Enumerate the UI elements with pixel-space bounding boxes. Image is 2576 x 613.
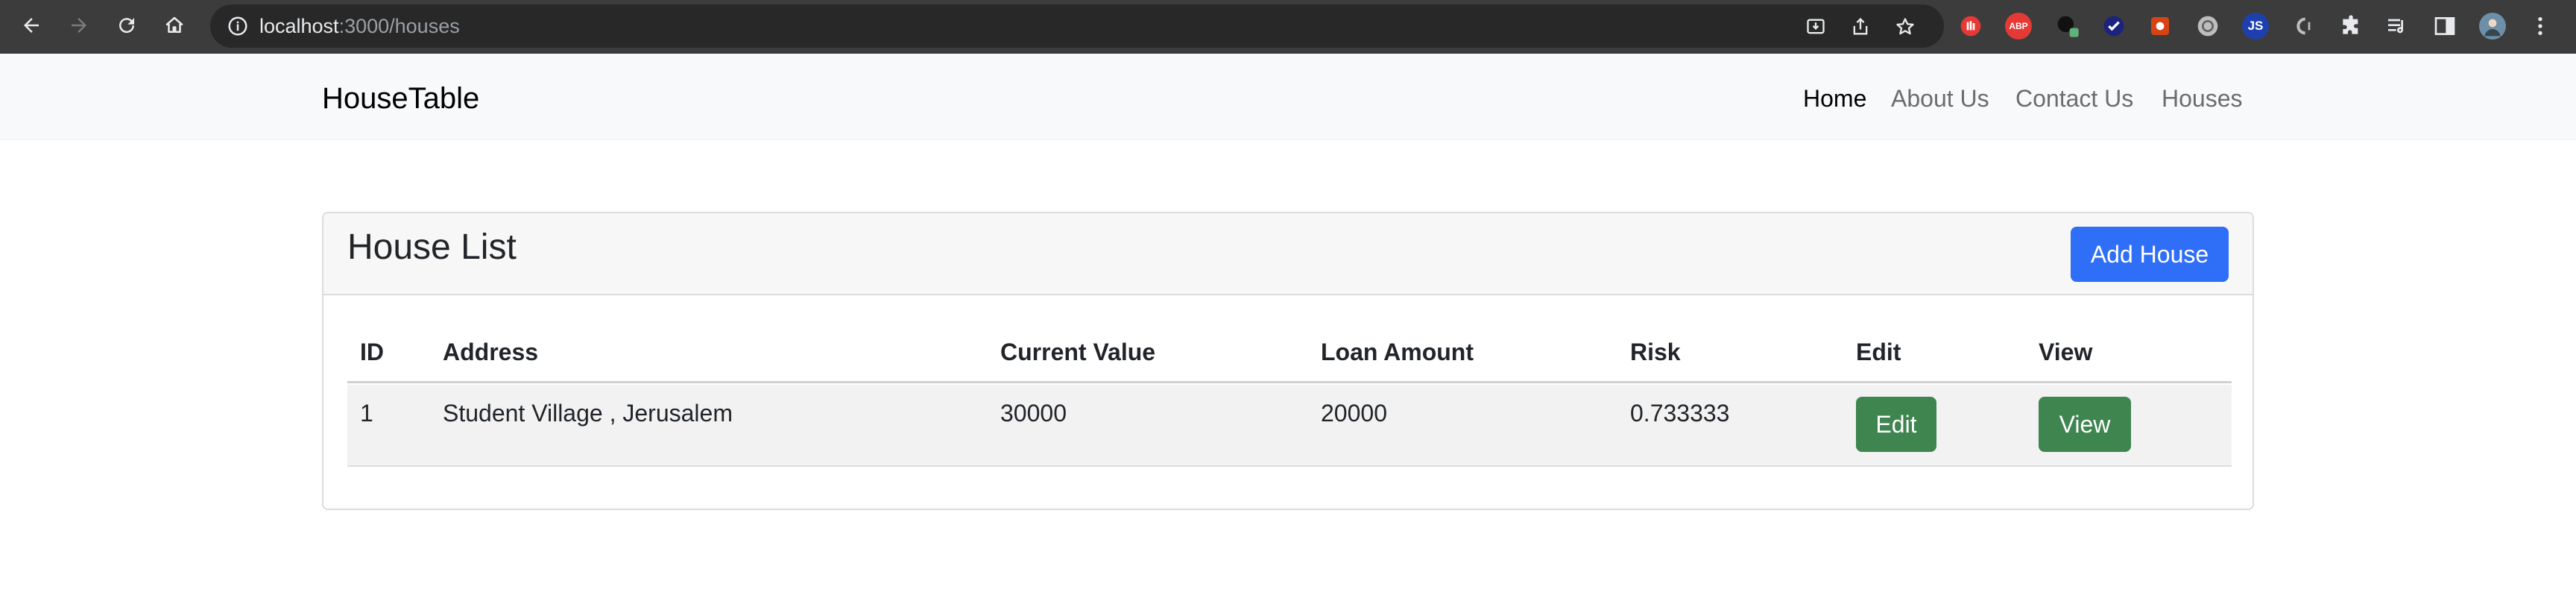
forward-icon[interactable] xyxy=(63,9,95,42)
abp-label: ABP xyxy=(2009,21,2028,31)
nav-link-houses[interactable]: Houses xyxy=(2162,84,2243,113)
table-header: ID Address Current Value Loan Amount Ris… xyxy=(347,318,2232,383)
puzzle-extension-icon[interactable] xyxy=(2054,13,2081,40)
house-list-card: House List Add House ID Address Current … xyxy=(322,212,2254,510)
column-header-edit: Edit xyxy=(1856,339,1901,365)
kebab-menu-icon[interactable] xyxy=(2527,13,2554,40)
view-button[interactable]: View xyxy=(2039,397,2131,452)
cell-current-value: 30000 xyxy=(1000,400,1067,427)
js-extension-icon[interactable]: JS xyxy=(2242,13,2269,40)
edit-button[interactable]: Edit xyxy=(1856,397,1936,452)
column-header-view: View xyxy=(2039,339,2093,365)
globe-extension-icon[interactable] xyxy=(2194,13,2221,40)
code-extension-icon[interactable] xyxy=(2290,13,2317,40)
column-header-current-value: Current Value xyxy=(1000,339,1156,365)
browser-toolbar: localhost:3000/houses ABP JS xyxy=(0,0,2576,54)
card-header: House List Add House xyxy=(323,213,2253,295)
install-icon[interactable] xyxy=(1802,13,1829,40)
home-icon[interactable] xyxy=(158,9,191,42)
image-extension-icon[interactable] xyxy=(2147,13,2174,40)
column-header-address: Address xyxy=(443,339,539,365)
cell-id: 1 xyxy=(360,400,373,427)
cell-address: Student Village , Jerusalem xyxy=(443,400,733,427)
table-row: 1 Student Village , Jerusalem 30000 2000… xyxy=(347,385,2232,467)
sidepanel-icon[interactable] xyxy=(2431,13,2458,40)
media-icon[interactable] xyxy=(2384,13,2411,40)
js-label: JS xyxy=(2247,19,2264,33)
profile-icon[interactable] xyxy=(2479,13,2506,40)
address-bar[interactable]: localhost:3000/houses xyxy=(210,4,1944,48)
column-header-risk: Risk xyxy=(1630,339,1681,365)
abp-extension-icon[interactable]: ABP xyxy=(2005,13,2032,40)
nav-link-home[interactable]: Home xyxy=(1803,84,1866,113)
info-icon[interactable] xyxy=(227,15,249,37)
navbar: HouseTable Home About Us Contact Us Hous… xyxy=(0,54,2576,140)
star-icon[interactable] xyxy=(1892,13,1919,40)
puzzle-icon[interactable] xyxy=(2337,13,2364,40)
column-header-loan-amount: Loan Amount xyxy=(1321,339,1474,365)
cell-loan-amount: 20000 xyxy=(1321,400,1387,427)
url-host: localhost xyxy=(259,15,339,37)
check-extension-icon[interactable] xyxy=(2100,13,2127,40)
nav-link-contact-us[interactable]: Contact Us xyxy=(2015,84,2133,113)
column-header-id: ID xyxy=(360,339,384,365)
back-icon[interactable] xyxy=(15,9,48,42)
share-icon[interactable] xyxy=(1847,13,1874,40)
add-house-button[interactable]: Add House xyxy=(2071,227,2229,282)
reload-icon[interactable] xyxy=(110,9,143,42)
url-path: :3000/houses xyxy=(338,15,460,37)
nav-link-about-us[interactable]: About Us xyxy=(1891,84,1989,113)
card-title: House List xyxy=(347,227,517,267)
cell-risk: 0.733333 xyxy=(1630,400,1730,427)
url-text: localhost:3000/houses xyxy=(259,15,460,37)
brand-link[interactable]: HouseTable xyxy=(322,81,479,116)
stop-extension-icon[interactable] xyxy=(1957,13,1984,40)
